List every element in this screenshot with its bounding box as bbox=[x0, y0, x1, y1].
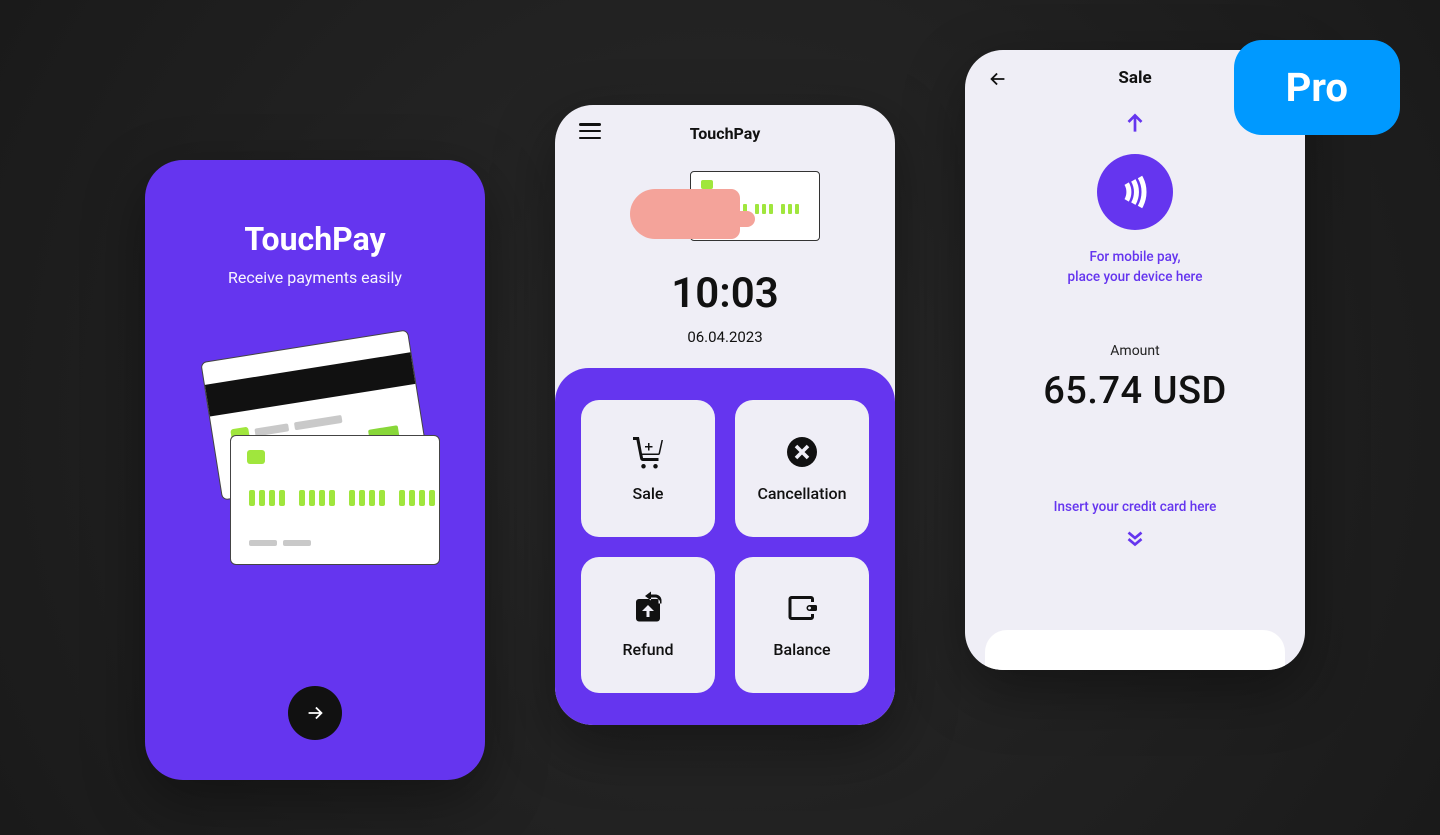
bottom-sheet[interactable] bbox=[985, 630, 1285, 670]
contactless-icon bbox=[1115, 172, 1155, 212]
next-button[interactable] bbox=[288, 686, 342, 740]
arrow-right-icon bbox=[304, 702, 326, 724]
wallet-icon bbox=[784, 590, 820, 626]
refund-tile[interactable]: Refund bbox=[581, 557, 715, 694]
mobile-pay-instructions: For mobile pay, place your device here bbox=[1068, 248, 1203, 287]
hand-card-illustration bbox=[630, 171, 820, 251]
amount-label: Amount bbox=[1110, 343, 1159, 359]
app-subtitle: Receive payments easily bbox=[228, 268, 402, 287]
cards-illustration bbox=[200, 345, 430, 565]
sale-tile[interactable]: Sale bbox=[581, 400, 715, 537]
clock-time: 10:03 bbox=[555, 269, 895, 318]
cart-icon bbox=[630, 434, 666, 470]
insert-card-text: Insert your credit card here bbox=[1054, 499, 1217, 515]
cancellation-tile[interactable]: Cancellation bbox=[735, 400, 869, 537]
arrow-left-icon bbox=[987, 68, 1009, 90]
sale-title: Sale bbox=[1118, 68, 1151, 88]
app-title: TouchPay bbox=[244, 220, 385, 258]
balance-tile[interactable]: Balance bbox=[735, 557, 869, 694]
refund-icon bbox=[630, 590, 666, 626]
home-screen: TouchPay 10:03 06.04.2023 Sale Cancellat… bbox=[555, 105, 895, 725]
menu-icon[interactable] bbox=[579, 123, 601, 139]
amount-value: 65.74 USD bbox=[1043, 369, 1227, 413]
arrow-up-icon bbox=[1122, 110, 1148, 140]
cancellation-label: Cancellation bbox=[757, 484, 846, 503]
cancel-icon bbox=[784, 434, 820, 470]
sale-screen: Sale For mobile pay, place your device h… bbox=[965, 50, 1305, 670]
action-grid: Sale Cancellation Refund Balance bbox=[555, 368, 895, 725]
pro-badge: Pro bbox=[1234, 40, 1400, 135]
sale-label: Sale bbox=[633, 484, 664, 503]
nfc-indicator bbox=[1097, 154, 1173, 230]
back-button[interactable] bbox=[987, 68, 1009, 94]
home-title: TouchPay bbox=[690, 124, 761, 143]
balance-label: Balance bbox=[773, 640, 830, 659]
refund-label: Refund bbox=[622, 640, 673, 659]
clock-date: 06.04.2023 bbox=[555, 328, 895, 346]
onboarding-screen: TouchPay Receive payments easily bbox=[145, 160, 485, 780]
chevrons-down-icon bbox=[1122, 525, 1148, 555]
